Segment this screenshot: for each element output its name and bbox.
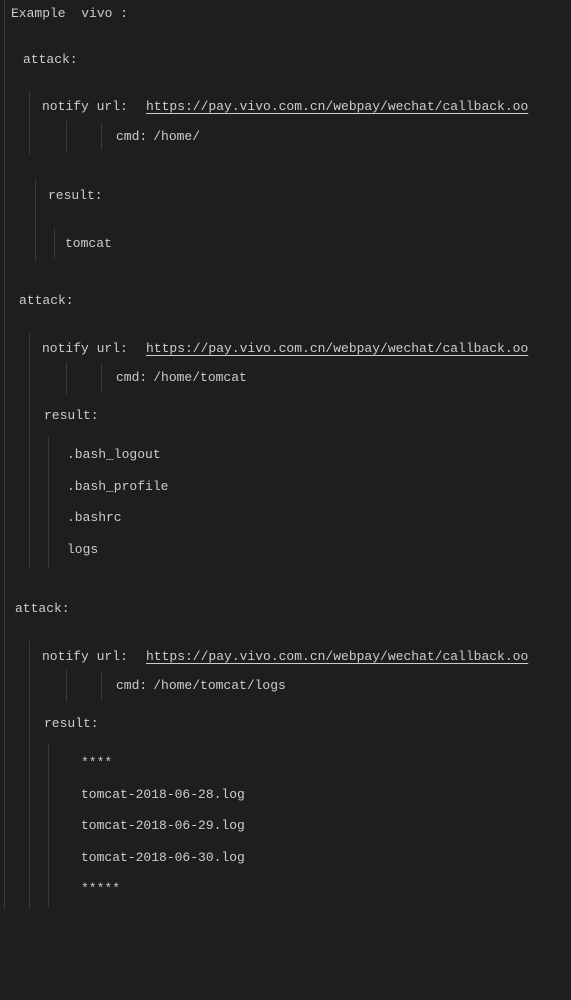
result-label: result: [48,182,571,210]
result-item: ***** [59,873,571,905]
notify-url-link[interactable]: https://pay.vivo.com.cn/webpay/wechat/ca… [146,647,528,667]
result-item: .bash_logout [59,439,571,471]
cmd-value: /home/ [147,127,200,147]
attack-label: attack: [5,595,571,623]
result-block: result: tomcat [35,180,571,261]
cmd-label: cmd: [116,676,147,696]
result-label: result: [42,402,571,430]
result-item: .bashrc [59,502,571,534]
result-item: .bash_profile [59,471,571,503]
attack-block: notify url: https://pay.vivo.com.cn/webp… [29,333,571,570]
cmd-value: /home/tomcat [147,368,247,388]
result-item: logs [59,534,571,566]
attack-label: attack: [5,287,571,315]
notify-url-label: notify url: [42,97,146,117]
result-item: tomcat-2018-06-28.log [59,779,571,811]
notify-url-link[interactable]: https://pay.vivo.com.cn/webpay/wechat/ca… [146,339,528,359]
result-item: tomcat [65,230,571,258]
notify-url-link[interactable]: https://pay.vivo.com.cn/webpay/wechat/ca… [146,97,528,117]
cmd-value: /home/tomcat/logs [147,676,286,696]
result-item: tomcat-2018-06-30.log [59,842,571,874]
cmd-label: cmd: [116,127,147,147]
result-item: **** [59,747,571,779]
notify-url-label: notify url: [42,339,146,359]
notify-url-label: notify url: [42,647,146,667]
page-title: Example vivo : [5,0,571,28]
result-label: result: [42,710,571,738]
result-item: tomcat-2018-06-29.log [59,810,571,842]
cmd-label: cmd: [116,368,147,388]
attack-block: notify url: https://pay.vivo.com.cn/webp… [29,641,571,909]
attack-label: attack: [5,46,571,74]
attack-block: notify url: https://pay.vivo.com.cn/webp… [29,91,571,154]
